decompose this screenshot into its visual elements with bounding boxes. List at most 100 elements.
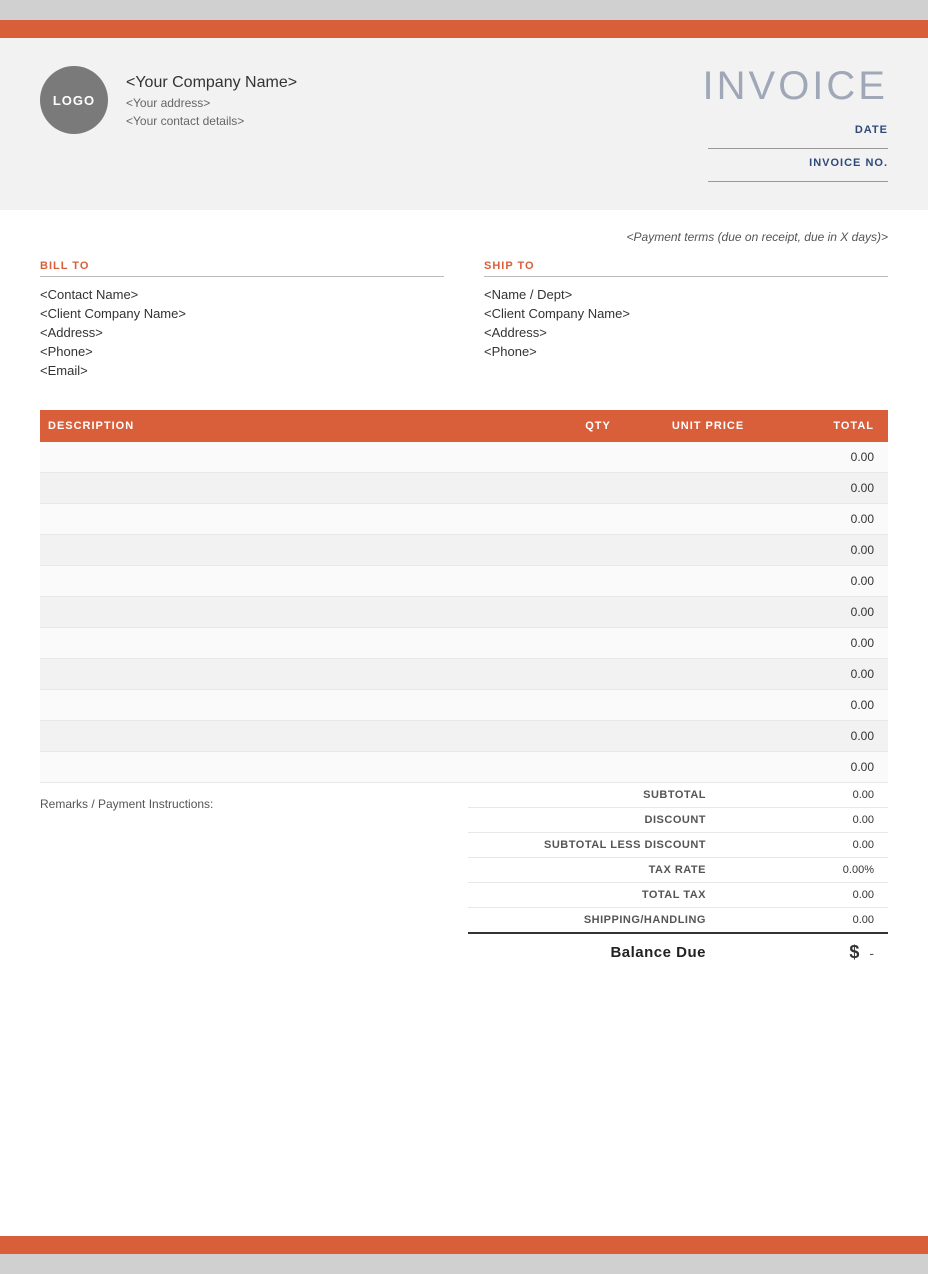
row-description <box>40 752 558 783</box>
row-description <box>40 504 558 535</box>
row-qty <box>558 721 638 752</box>
table-row: 0.00 <box>40 504 888 535</box>
row-total: 0.00 <box>778 690 888 721</box>
row-unit-price <box>638 721 778 752</box>
totals-table: SUBTOTAL 0.00 DISCOUNT 0.00 SUBTOTAL LES… <box>468 783 888 971</box>
row-total: 0.00 <box>778 752 888 783</box>
balance-due-inner: $ - <box>734 942 874 963</box>
ship-to-address: <Address> <box>484 325 888 340</box>
company-address: <Your address> <box>126 96 297 110</box>
col-header-qty: QTY <box>558 410 638 442</box>
row-total: 0.00 <box>778 473 888 504</box>
remarks-col: Remarks / Payment Instructions: <box>40 783 468 971</box>
row-qty <box>558 752 638 783</box>
row-unit-price <box>638 566 778 597</box>
shipping-row: SHIPPING/HANDLING 0.00 <box>468 908 888 934</box>
shipping-label: SHIPPING/HANDLING <box>468 908 720 934</box>
bill-to-address: <Address> <box>40 325 444 340</box>
row-description <box>40 473 558 504</box>
row-description <box>40 628 558 659</box>
invoice-no-label: INVOICE NO. <box>809 157 888 169</box>
total-tax-row: TOTAL TAX 0.00 <box>468 883 888 908</box>
row-qty <box>558 473 638 504</box>
balance-currency: $ <box>849 942 859 963</box>
subtotal-less-row: SUBTOTAL LESS DISCOUNT 0.00 <box>468 833 888 858</box>
table-row: 0.00 <box>40 721 888 752</box>
table-row: 0.00 <box>40 690 888 721</box>
company-name: <Your Company Name> <box>126 74 297 92</box>
row-description <box>40 535 558 566</box>
col-header-total: TOTAL <box>778 410 888 442</box>
row-description <box>40 597 558 628</box>
balance-value: - <box>869 945 874 961</box>
discount-value: 0.00 <box>720 808 888 833</box>
discount-label: DISCOUNT <box>468 808 720 833</box>
row-description <box>40 721 558 752</box>
row-unit-price <box>638 535 778 566</box>
row-qty <box>558 535 638 566</box>
logo-circle: LOGO <box>40 66 108 134</box>
bill-to-col: BILL TO <Contact Name> <Client Company N… <box>40 260 444 382</box>
total-tax-label: TOTAL TAX <box>468 883 720 908</box>
date-line <box>708 139 888 149</box>
payment-terms: <Payment terms (due on receipt, due in X… <box>40 230 888 244</box>
row-total: 0.00 <box>778 535 888 566</box>
remarks-totals-row: Remarks / Payment Instructions: SUBTOTAL… <box>40 783 888 971</box>
row-total: 0.00 <box>778 504 888 535</box>
tax-rate-row: TAX RATE 0.00% <box>468 858 888 883</box>
row-qty <box>558 566 638 597</box>
bill-to-label: BILL TO <box>40 260 444 277</box>
row-unit-price <box>638 442 778 473</box>
row-qty <box>558 690 638 721</box>
remarks-label: Remarks / Payment Instructions: <box>40 797 213 811</box>
ship-to-col: SHIP TO <Name / Dept> <Client Company Na… <box>484 260 888 382</box>
total-tax-value: 0.00 <box>720 883 888 908</box>
table-row: 0.00 <box>40 628 888 659</box>
table-row: 0.00 <box>40 752 888 783</box>
discount-row: DISCOUNT 0.00 <box>468 808 888 833</box>
invoice-title: INVOICE <box>703 66 888 106</box>
subtotal-label: SUBTOTAL <box>468 783 720 808</box>
logo-area: LOGO <Your Company Name> <Your address> … <box>40 66 297 134</box>
row-qty <box>558 504 638 535</box>
table-row: 0.00 <box>40 659 888 690</box>
subtotal-row: SUBTOTAL 0.00 <box>468 783 888 808</box>
tax-rate-value: 0.00% <box>720 858 888 883</box>
invoice-right: INVOICE DATE INVOICE NO. <box>703 66 888 182</box>
row-unit-price <box>638 659 778 690</box>
row-qty <box>558 597 638 628</box>
bill-to-company: <Client Company Name> <box>40 306 444 321</box>
bill-to-email: <Email> <box>40 363 444 378</box>
ship-to-label: SHIP TO <box>484 260 888 277</box>
row-unit-price <box>638 504 778 535</box>
row-unit-price <box>638 628 778 659</box>
bottom-bar <box>0 1236 928 1254</box>
col-header-description: DESCRIPTION <box>40 410 558 442</box>
table-row: 0.00 <box>40 442 888 473</box>
row-unit-price <box>638 597 778 628</box>
bill-to-contact: <Contact Name> <box>40 287 444 302</box>
company-contact: <Your contact details> <box>126 114 297 128</box>
bill-to-phone: <Phone> <box>40 344 444 359</box>
col-header-unit-price: UNIT PRICE <box>638 410 778 442</box>
shipping-value: 0.00 <box>720 908 888 934</box>
table-row: 0.00 <box>40 597 888 628</box>
row-total: 0.00 <box>778 597 888 628</box>
row-description <box>40 659 558 690</box>
ship-to-company: <Client Company Name> <box>484 306 888 321</box>
items-table: DESCRIPTION QTY UNIT PRICE TOTAL 0.00 0.… <box>40 410 888 783</box>
subtotal-less-label: SUBTOTAL LESS DISCOUNT <box>468 833 720 858</box>
header-section: LOGO <Your Company Name> <Your address> … <box>0 38 928 210</box>
top-bar <box>0 20 928 38</box>
table-row: 0.00 <box>40 535 888 566</box>
row-description <box>40 566 558 597</box>
totals-col: SUBTOTAL 0.00 DISCOUNT 0.00 SUBTOTAL LES… <box>468 783 888 971</box>
balance-due-label: Balance Due <box>468 933 720 971</box>
row-qty <box>558 659 638 690</box>
row-total: 0.00 <box>778 659 888 690</box>
invoice-no-field: INVOICE NO. <box>708 157 888 182</box>
row-total: 0.00 <box>778 442 888 473</box>
invoice-no-line <box>708 172 888 182</box>
date-label: DATE <box>855 124 888 136</box>
subtotal-value: 0.00 <box>720 783 888 808</box>
